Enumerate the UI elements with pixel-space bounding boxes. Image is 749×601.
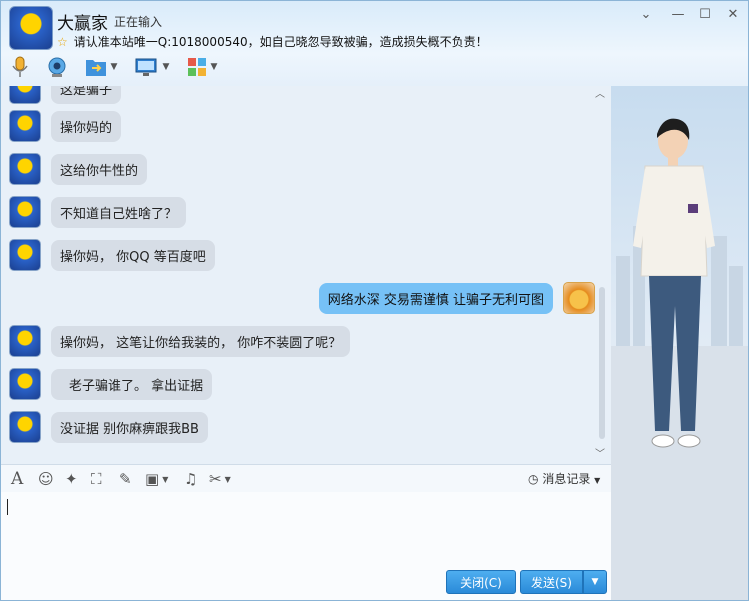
- message-row: 没证据 别你麻痹跟我BB: [9, 411, 208, 443]
- signature-notice: ☆ 请认准本站唯一Q:1018000540，如自己晓忽导致被骗，造成损失概不负责！: [57, 33, 488, 50]
- avatar[interactable]: [9, 110, 41, 142]
- chevron-down-icon[interactable]: ﹀: [595, 445, 605, 460]
- close-window-button[interactable]: ✕: [724, 7, 742, 22]
- avatar-show-panel: [611, 86, 748, 600]
- chat-header: 大赢家 正在输入 ☆ 请认准本站唯一Q:1018000540，如自己晓忽导致被骗，…: [1, 1, 748, 89]
- message-bubble[interactable]: 操你妈， 这笔让你给我装的， 你咋不装圆了呢？: [51, 325, 351, 357]
- chevron-down-icon[interactable]: ▼: [111, 62, 118, 72]
- message-bubble[interactable]: 没证据 别你麻痹跟我BB: [51, 411, 208, 443]
- message-history[interactable]: 这是骗子 操你妈的 这给你牛性的 不知道自己姓啥了？ 操你妈， 你QQ 等百度吧…: [1, 86, 611, 464]
- chat-window: 大赢家 正在输入 ☆ 请认准本站唯一Q:1018000540，如自己晓忽导致被骗，…: [0, 0, 749, 601]
- message-row: 不知道自己姓啥了？: [9, 196, 187, 228]
- message-bubble[interactable]: 不知道自己姓啥了？: [51, 196, 187, 228]
- character-illustration: [611, 118, 748, 600]
- chevron-up-icon[interactable]: ︿: [595, 85, 605, 100]
- message-bubble[interactable]: 这给你牛性的: [51, 153, 148, 185]
- notice-text: 请认准本站唯一Q:1018000540，如自己晓忽导致被骗，造成损失概不负责！: [73, 35, 488, 49]
- message-row: 老子骗谁了。 拿出证据: [9, 368, 213, 400]
- image-icon[interactable]: ▣ ▼: [145, 469, 168, 489]
- chevron-down-icon[interactable]: ⌄: [637, 7, 655, 22]
- chevron-down-icon: ▼: [591, 577, 599, 587]
- avatar[interactable]: [9, 86, 41, 104]
- chevron-down-icon[interactable]: ▼: [163, 62, 170, 72]
- chat-toolbar: ▼ ▼ ▼: [1, 53, 748, 83]
- message-row: 这给你牛性的: [9, 153, 148, 185]
- font-icon[interactable]: A: [11, 469, 23, 489]
- message-bubble[interactable]: 操你妈， 你QQ 等百度吧: [51, 239, 215, 271]
- message-row: 操你妈的: [9, 110, 122, 142]
- history-label: 消息记录: [542, 472, 591, 486]
- message-row: 操你妈， 这笔让你给我装的， 你咋不装圆了呢？: [9, 325, 351, 357]
- message-bubble[interactable]: 这是骗子: [51, 86, 122, 104]
- message-row-outgoing: 网络水深 交易需谨慎 让骗子无利可图: [318, 282, 595, 314]
- contact-name[interactable]: 大赢家: [57, 9, 108, 34]
- star-icon: ☆: [57, 35, 68, 49]
- file-transfer-icon[interactable]: ▼: [81, 55, 121, 79]
- message-bubble[interactable]: 网络水深 交易需谨慎 让骗子无利可图: [318, 282, 553, 314]
- avatar[interactable]: [9, 325, 41, 357]
- message-history-button[interactable]: ◷ 消息记录 ▼: [528, 470, 600, 487]
- contact-avatar[interactable]: [9, 6, 53, 50]
- avatar[interactable]: [563, 282, 595, 314]
- music-icon[interactable]: ♫: [184, 469, 197, 489]
- avatar[interactable]: [9, 153, 41, 185]
- edit-icon[interactable]: ✎: [119, 469, 132, 489]
- message-row: 这是骗子: [9, 86, 122, 104]
- typing-status: 正在输入: [114, 15, 163, 29]
- voice-call-icon[interactable]: [9, 55, 31, 79]
- maximize-button[interactable]: ☐: [696, 7, 714, 22]
- magic-icon[interactable]: ✦: [65, 469, 78, 489]
- screenshot-icon[interactable]: ⛶: [91, 469, 102, 489]
- avatar[interactable]: [9, 239, 41, 271]
- message-bubble[interactable]: 操你妈的: [51, 110, 122, 142]
- message-row: 操你妈， 你QQ 等百度吧: [9, 239, 215, 271]
- chevron-down-icon[interactable]: ▼: [211, 62, 218, 72]
- text-cursor: [7, 499, 8, 515]
- send-button[interactable]: 发送(S): [520, 570, 583, 594]
- avatar[interactable]: [9, 368, 41, 400]
- clock-icon: ◷: [528, 472, 539, 486]
- avatar[interactable]: [9, 196, 41, 228]
- emoji-icon[interactable]: ☺: [38, 469, 54, 489]
- avatar[interactable]: [9, 411, 41, 443]
- chat-scrollbar[interactable]: ︿ ﹀: [595, 89, 607, 460]
- chevron-down-icon: ▼: [594, 476, 601, 485]
- scissors-icon[interactable]: ✂ ▼: [209, 469, 231, 489]
- screen-share-icon[interactable]: ▼: [131, 55, 173, 79]
- close-button[interactable]: 关闭(C): [446, 570, 516, 594]
- send-options-button[interactable]: ▼: [583, 570, 607, 594]
- message-bubble[interactable]: 老子骗谁了。 拿出证据: [51, 368, 213, 400]
- minimize-button[interactable]: —: [669, 7, 687, 22]
- scrollbar-thumb[interactable]: [599, 287, 605, 439]
- apps-icon[interactable]: ▼: [182, 55, 222, 79]
- input-toolbar: A ☺ ✦ ⛶ ✎ ▣ ▼ ♫ ✂ ▼ ◷ 消息记录 ▼: [1, 464, 611, 493]
- video-call-icon[interactable]: [45, 55, 69, 79]
